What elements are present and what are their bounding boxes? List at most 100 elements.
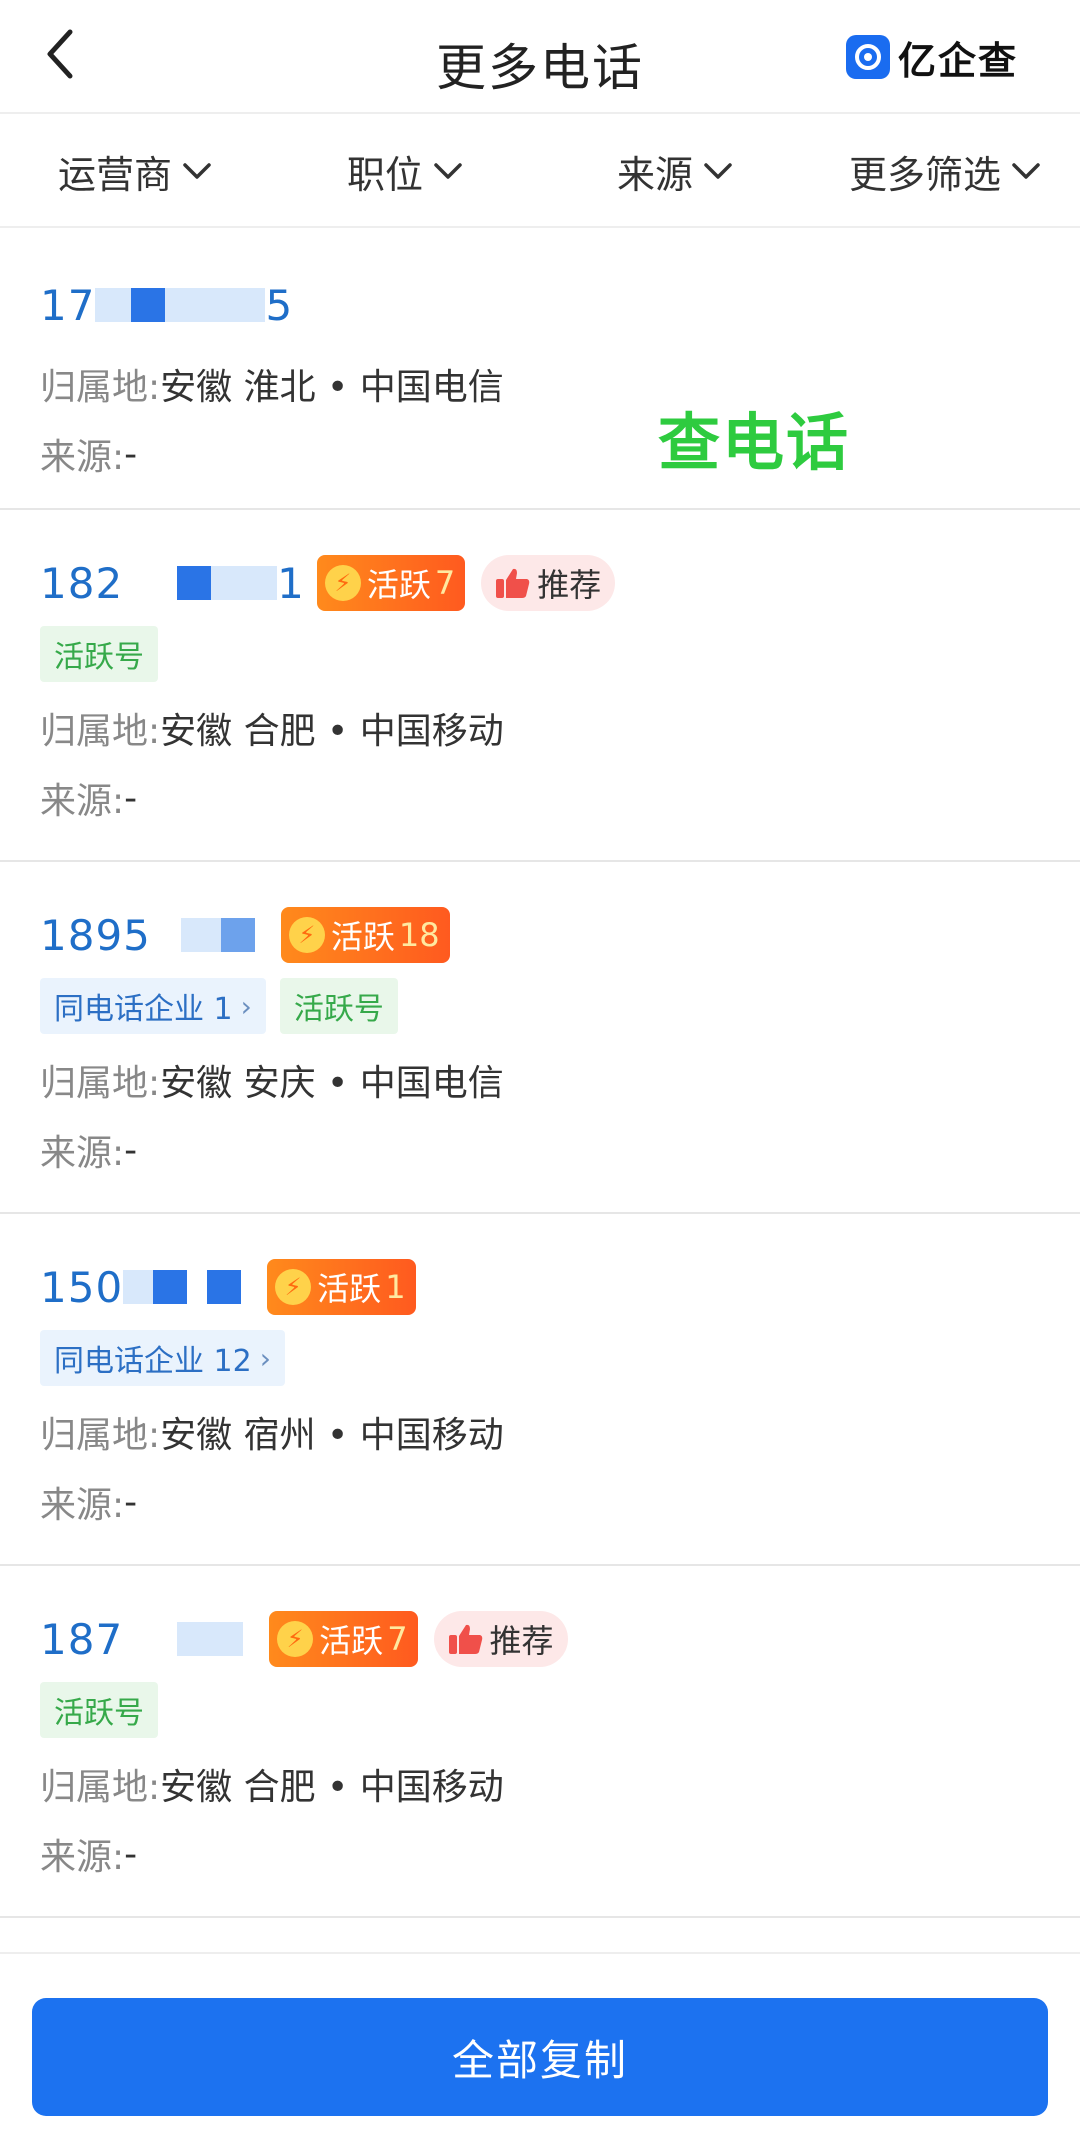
phone-number[interactable]: 150 [40,1263,242,1312]
source-label: 来源: [40,1485,125,1526]
location-row: 归属地: 安徽 宿州 • 中国移动 [40,1406,1040,1458]
active-badge: ⚡ 活跃 7 [269,1611,418,1667]
filter-label: 职位 [346,152,423,197]
source-value: - [124,433,138,475]
filter-carrier[interactable]: 运营商 [0,116,270,226]
phone-number[interactable]: 1895 [40,911,255,960]
filter-label: 运营商 [57,152,172,197]
masked-digits [187,1270,207,1304]
masked-digits [177,1622,244,1656]
copy-all-button[interactable]: 全部复制 [32,1998,1048,2116]
recommend-label: 推荐 [537,566,602,604]
source-row: 来源: - [40,1828,1040,1880]
chevron-down-icon [1012,163,1040,179]
brand-name: 亿企查 [897,38,1018,83]
active-label: 活跃 [319,1622,384,1660]
masked-digits [165,288,266,322]
location-value: 安徽 淮北 • 中国电信 [160,367,504,408]
list-item[interactable]: 1895 ⚡ 活跃 18 同电话企业 1 › 活跃号 归属地: 安徽 安庆 • … [0,862,1080,1214]
phone-prefix: 1895 [40,910,151,960]
tags-row: 同电话企业 12 › [40,1330,1040,1386]
masked-digits [153,1270,188,1304]
active-badge: ⚡ 活跃 7 [316,555,466,611]
active-badge: ⚡ 活跃 18 [280,907,450,963]
active-label: 活跃 [317,1270,382,1308]
phone-prefix: 182 [40,558,124,608]
phone-suffix: 1 [277,558,305,608]
phone-prefix: 187 [40,1614,124,1664]
phone-suffix: 5 [265,280,294,330]
recommend-label: 推荐 [489,1622,554,1660]
active-count: 7 [434,564,456,602]
location-label: 归属地: [40,1415,161,1456]
filter-position[interactable]: 职位 [270,116,540,226]
phone-number[interactable]: 17 5 [40,281,293,330]
phone-number[interactable]: 182 1 [40,559,305,608]
recommend-badge: 推荐 [433,1611,568,1667]
same-phone-companies-link[interactable]: 同电话企业 12 › [40,1330,285,1386]
tags-row: 活跃号 [40,626,1040,682]
source-label: 来源: [40,1133,125,1174]
location-value: 安徽 宿州 • 中国移动 [160,1415,504,1456]
active-count: 7 [387,1620,408,1658]
masked-digits [123,1622,177,1656]
lightning-icon: ⚡ [275,1269,312,1305]
masked-digits [207,1270,242,1304]
tags-row: 活跃号 [40,1682,1040,1738]
filter-label: 更多筛选 [848,152,1001,197]
chevron-down-icon [434,163,462,179]
source-value: - [124,1129,138,1171]
chevron-down-icon [183,163,211,179]
masked-digits [211,566,278,600]
related-label: 同电话企业 1 [54,992,233,1027]
active-number-tag: 活跃号 [279,978,398,1034]
location-label: 归属地: [40,367,161,408]
active-number-tag: 活跃号 [40,1682,158,1738]
filter-source[interactable]: 来源 [540,116,810,226]
list-item[interactable]: 187 ⚡ 活跃 7 推荐 活跃号 归属地: 安徽 合肥 • 中国移动 来源: … [0,1566,1080,1918]
active-count: 1 [385,1268,406,1306]
location-row: 归属地: 安徽 淮北 • 中国电信 [40,358,1040,410]
masked-digits [180,918,221,952]
filter-more[interactable]: 更多筛选 [810,116,1080,226]
chevron-right-icon: › [240,989,252,1023]
active-badge: ⚡ 活跃 1 [267,1259,416,1315]
active-count: 18 [398,916,440,954]
source-row: 来源: - [40,772,1040,824]
watermark-text: 查电话 [658,406,851,479]
masked-digits [123,1270,154,1304]
location-row: 归属地: 安徽 安庆 • 中国电信 [40,1054,1040,1106]
masked-digits [151,918,181,952]
location-row: 归属地: 安徽 合肥 • 中国移动 [40,1758,1040,1810]
lightning-icon: ⚡ [277,1621,314,1657]
same-phone-companies-link[interactable]: 同电话企业 1 › [40,978,266,1034]
source-row: 来源: - [40,428,1040,480]
source-row: 来源: - [40,1124,1040,1176]
list-item[interactable]: 150 ⚡ 活跃 1 同电话企业 12 › 归属地: 安徽 宿州 • 中国移动 … [0,1214,1080,1566]
source-value: - [124,777,138,819]
top-nav-bar: 更多电话 亿企查 [0,0,1080,114]
brand-icon [845,35,890,79]
masked-digits [95,288,132,322]
active-label: 活跃 [330,918,395,956]
location-label: 归属地: [40,1063,161,1104]
phone-prefix: 17 [40,280,96,330]
masked-digits [123,566,177,600]
chevron-right-icon: › [259,1341,271,1375]
bottom-bar: 全部复制 [0,1952,1080,2141]
source-label: 来源: [40,781,125,822]
active-number-tag: 活跃号 [40,626,158,682]
list-item[interactable]: 182 1 ⚡ 活跃 7 推荐 活跃号 归属地: 安徽 合肥 • 中国移动 来源… [0,510,1080,862]
recommend-badge: 推荐 [481,555,616,611]
source-row: 来源: - [40,1476,1040,1528]
phone-number[interactable]: 187 [40,1614,244,1664]
location-value: 安徽 安庆 • 中国电信 [160,1063,504,1104]
location-row: 归属地: 安徽 合肥 • 中国移动 [40,702,1040,754]
masked-digits [177,566,212,600]
source-label: 来源: [40,1837,125,1878]
location-label: 归属地: [40,1767,161,1808]
thumbs-up-icon [448,1624,482,1654]
filter-bar: 运营商 职位 来源 更多筛选 [0,116,1080,228]
list-item[interactable]: 17 5 归属地: 安徽 淮北 • 中国电信 来源: - [0,230,1080,510]
location-label: 归属地: [40,711,161,752]
